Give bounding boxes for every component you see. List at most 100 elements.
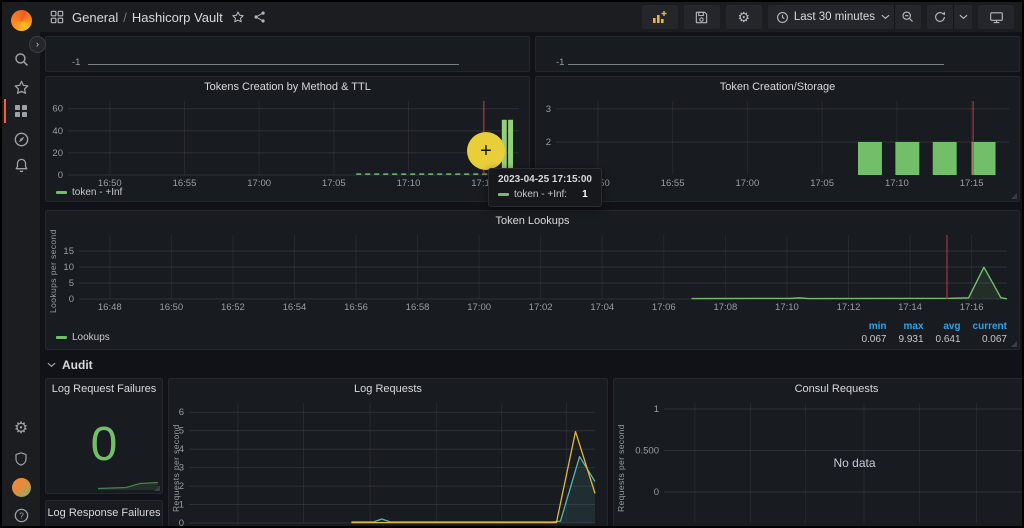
token-lookups-chart[interactable]: 0 5 10 15 16:48 16:50 16:52 16:54 16:56 16:58 17:0… [52, 231, 1013, 313]
svg-text:17:04: 17:04 [590, 302, 614, 313]
tokens-creation-chart[interactable]: 0 20 40 60 16:50 16:55 17:00 17:05 17:10 17:15 [52, 97, 523, 189]
time-range-label: Last 30 minutes [793, 11, 875, 23]
add-panel-icon [653, 10, 667, 23]
panel-resize-handle[interactable] [1011, 341, 1017, 347]
partial-panel-left: -1 [45, 36, 530, 72]
panel-resize-handle[interactable] [154, 485, 160, 491]
stat-header-min[interactable]: min [861, 321, 887, 332]
sidebar-item-alerting[interactable] [2, 152, 40, 178]
star-icon [14, 80, 28, 94]
y-tick-label: -1 [556, 57, 565, 68]
stat-header-current[interactable]: current [973, 321, 1007, 332]
add-panel-button[interactable] [641, 5, 678, 29]
refresh-icon [935, 11, 945, 22]
sidebar-item-profile[interactable] [2, 474, 40, 500]
log-requests-chart[interactable]: 0 1 2 3 4 5 6 [175, 399, 601, 526]
add-annotation-cursor: + [467, 132, 505, 170]
legend-label: Lookups [72, 332, 110, 343]
svg-text:0.500: 0.500 [635, 446, 659, 457]
svg-text:17:00: 17:00 [247, 178, 271, 189]
svg-text:0: 0 [654, 487, 659, 498]
svg-text:0: 0 [69, 294, 74, 305]
grafana-logo-icon[interactable] [2, 7, 40, 33]
svg-text:17:10: 17:10 [775, 302, 799, 313]
panel-title[interactable]: Token Lookups [46, 211, 1019, 231]
stat-header-avg[interactable]: avg [936, 321, 960, 332]
sidebar-item-server-admin[interactable] [2, 446, 40, 472]
panel-title[interactable]: Tokens Creation by Method & TTL [46, 77, 529, 97]
panel-title[interactable]: Token Creation/Storage [536, 77, 1019, 97]
share-icon[interactable] [253, 10, 267, 24]
flat-series-line [568, 64, 944, 65]
panel-title[interactable]: Log Request Failures [46, 379, 162, 399]
compass-icon [14, 132, 28, 146]
svg-text:0: 0 [179, 518, 184, 526]
refresh-interval-dropdown[interactable] [954, 14, 972, 20]
svg-text:16:48: 16:48 [98, 302, 122, 313]
dashboard-canvas: -1 -1 Tokens Creation by Method & TTL 0 2… [40, 32, 1022, 526]
dashboard-settings-button[interactable]: ⚙ [725, 5, 762, 29]
gear-icon: ⚙ [13, 420, 29, 437]
sidebar-item-help[interactable]: ? [2, 502, 40, 526]
legend-item[interactable]: token - +Inf [56, 187, 122, 198]
stat-value: 0 [90, 417, 118, 471]
dashboard-title[interactable]: Hashicorp Vault [132, 10, 223, 25]
time-picker-group: Last 30 minutes [767, 5, 921, 29]
stat-value-min: 0.067 [861, 334, 887, 345]
dashboard-toolbar: ⚙ Last 30 minutes [641, 5, 1014, 29]
row-header-audit[interactable]: Audit [47, 358, 93, 372]
panel-log-requests: Log Requests Requests per second 0123456 [168, 378, 608, 526]
consul-requests-chart[interactable]: 0 0.500 1 No data [620, 399, 1022, 526]
svg-text:40: 40 [52, 126, 63, 137]
svg-text:3: 3 [179, 463, 184, 474]
sparkline [98, 481, 158, 490]
svg-text:17:15: 17:15 [960, 178, 984, 189]
sidebar-item-explore[interactable] [2, 126, 40, 152]
breadcrumb-folder[interactable]: General [72, 10, 118, 25]
monitor-icon [989, 11, 1003, 23]
panel-log-response-failures: Log Response Failures [45, 500, 163, 526]
breadcrumb: General / Hashicorp Vault [40, 10, 267, 25]
svg-text:20: 20 [52, 148, 63, 159]
svg-text:3: 3 [546, 104, 551, 115]
sidebar-expand-button[interactable]: › [29, 36, 46, 53]
refresh-button[interactable] [927, 10, 953, 24]
tooltip-series-label: token - +Inf: [514, 189, 568, 200]
sidebar-item-dashboards[interactable] [2, 98, 40, 124]
svg-text:16:54: 16:54 [283, 302, 307, 313]
panel-resize-handle[interactable] [1011, 193, 1017, 199]
svg-text:1: 1 [179, 500, 184, 511]
bell-icon [15, 158, 27, 172]
panel-title[interactable]: Log Response Failures [46, 501, 162, 525]
clock-icon [776, 11, 788, 23]
top-navbar: General / Hashicorp Vault ⚙ Last 30 minu… [40, 2, 1022, 32]
shield-icon [15, 452, 27, 466]
svg-text:16:55: 16:55 [661, 178, 685, 189]
panel-title[interactable]: Log Requests [169, 379, 607, 399]
stat-header-max[interactable]: max [898, 321, 924, 332]
panel-title[interactable]: Consul Requests [614, 379, 1022, 399]
legend-stats: min max avg current 0.067 9.931 0.641 0.… [861, 321, 1007, 345]
favorite-star-icon[interactable] [231, 10, 245, 24]
legend-item[interactable]: Lookups [56, 332, 110, 343]
save-dashboard-button[interactable] [683, 5, 720, 29]
sidebar: ⚙ ? [2, 2, 40, 526]
time-range-picker[interactable]: Last 30 minutes [768, 11, 894, 24]
sidebar-item-configuration[interactable]: ⚙ [2, 416, 40, 442]
sidebar-item-starred[interactable] [2, 74, 40, 100]
y-tick-label: -1 [72, 57, 81, 68]
legend-swatch [56, 191, 67, 194]
partial-panel-right: -1 [535, 36, 1020, 72]
svg-text:16:55: 16:55 [173, 178, 197, 189]
user-avatar [11, 477, 31, 497]
legend-swatch [56, 336, 67, 339]
svg-text:4: 4 [179, 444, 184, 455]
chevron-down-icon [959, 14, 967, 20]
kiosk-mode-button[interactable] [978, 5, 1014, 29]
svg-text:No data: No data [833, 456, 875, 470]
save-icon [696, 11, 708, 23]
token-storage-chart[interactable]: 2316:5016:5517:0017:0517:1017:15 [542, 97, 1013, 189]
zoom-out-time-button[interactable] [895, 10, 921, 24]
flat-series-line [88, 64, 459, 65]
svg-text:17:16: 17:16 [960, 302, 984, 313]
